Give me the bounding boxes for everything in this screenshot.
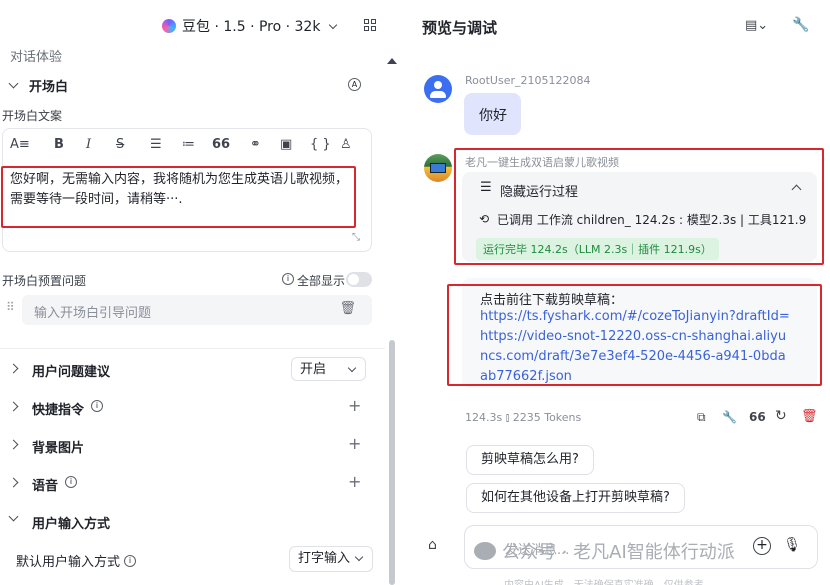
show-all-toggle[interactable] bbox=[346, 272, 372, 287]
row-background[interactable]: 背景图片 + bbox=[8, 434, 370, 456]
copy-icon[interactable]: ⧉ bbox=[697, 410, 706, 425]
code-icon[interactable]: { } bbox=[310, 137, 331, 152]
doubao-logo-icon bbox=[162, 19, 176, 33]
config-panel: 豆包 · 1.5 · Pro · 32k 对话体验 开场白 A 开场白文案 A≡… bbox=[0, 0, 400, 585]
add-icon[interactable]: + bbox=[348, 434, 361, 453]
numbered-list-icon[interactable]: ≔ bbox=[182, 137, 195, 152]
preview-title: 预览与调试 bbox=[422, 19, 498, 37]
font-size-icon[interactable]: A≡ bbox=[10, 137, 30, 152]
opening-title: 开场白 bbox=[29, 80, 69, 95]
add-icon[interactable]: + bbox=[348, 396, 361, 415]
show-all-label: 全部显示 bbox=[297, 274, 346, 288]
link-icon[interactable]: ⚭ bbox=[250, 137, 261, 152]
add-circle-icon[interactable]: + bbox=[753, 537, 771, 555]
highlight-box bbox=[454, 148, 824, 265]
bold-icon[interactable]: B bbox=[54, 137, 64, 152]
chevron-down-icon bbox=[347, 363, 357, 373]
wrench-icon[interactable]: 🔧 bbox=[792, 17, 809, 33]
row-label: 语音 bbox=[32, 479, 59, 494]
info-icon: i bbox=[91, 400, 103, 412]
suggestions-select[interactable]: 开启 bbox=[291, 357, 366, 381]
microphone-icon[interactable]: 🎙 bbox=[783, 537, 801, 553]
preview-panel: 预览与调试 ▤⌄ 🔧 RootUser_2105122084 你好 老凡一键生成… bbox=[400, 0, 830, 585]
model-selector[interactable]: 豆包 · 1.5 · Pro · 32k bbox=[162, 16, 338, 36]
suggestion-button-2[interactable]: 如何在其他设备上打开剪映草稿? bbox=[466, 483, 685, 513]
row-label: 用户问题建议 bbox=[32, 365, 111, 380]
drag-handle-icon[interactable]: ⠿ bbox=[6, 300, 15, 314]
strikethrough-icon[interactable]: S bbox=[116, 137, 124, 152]
chevron-down-icon bbox=[354, 552, 364, 562]
opening-section-header[interactable]: 开场白 bbox=[8, 76, 69, 95]
user-icon[interactable]: ♙ bbox=[340, 137, 352, 152]
watermark: 公众号 · 老凡AI智能体行动派 bbox=[474, 538, 735, 564]
auto-icon[interactable]: A bbox=[348, 78, 361, 91]
row-shortcuts[interactable]: 快捷指令 i + bbox=[8, 396, 370, 418]
row-label: 背景图片 bbox=[32, 441, 85, 456]
grid-layout-icon[interactable] bbox=[364, 19, 376, 31]
highlight-box bbox=[447, 284, 822, 386]
preset-placeholder: 输入开场白引导问题 bbox=[34, 306, 152, 321]
image-icon[interactable]: ▣ bbox=[280, 137, 292, 152]
debug-icon[interactable]: 🔧 bbox=[722, 410, 737, 424]
default-input-label: 默认用户输入方式 i bbox=[16, 551, 137, 570]
chevron-right-icon bbox=[8, 477, 19, 488]
row-label: 快捷指令 bbox=[32, 403, 85, 418]
row-voice[interactable]: 语音 i + bbox=[8, 472, 370, 494]
model-label: 豆包 · 1.5 · Pro · 32k bbox=[182, 19, 321, 35]
bag-icon[interactable]: ⌂ bbox=[428, 537, 437, 553]
user-avatar bbox=[424, 75, 452, 103]
show-all-info-icon: i bbox=[282, 273, 294, 285]
highlight-box bbox=[1, 166, 356, 228]
disclaimer: 内容由AI生成，无法确保真实准确，仅供参考 bbox=[504, 576, 704, 585]
preset-label: 开场白预置问题 bbox=[2, 274, 87, 288]
scroll-up-icon[interactable] bbox=[387, 58, 397, 64]
row-label: 用户输入方式 bbox=[32, 517, 111, 532]
wechat-icon bbox=[474, 542, 496, 560]
preset-question-input[interactable]: 输入开场白引导问题 🗑 bbox=[22, 295, 372, 325]
suggestion-button-1[interactable]: 剪映草稿怎么用? bbox=[466, 445, 594, 475]
delete-icon[interactable]: 🗑 bbox=[801, 409, 818, 424]
scrollbar[interactable] bbox=[389, 340, 395, 585]
refresh-icon[interactable]: ↻ bbox=[775, 408, 787, 424]
quote-icon[interactable]: 66 bbox=[749, 410, 766, 424]
user-message-bubble: 你好 bbox=[464, 93, 521, 135]
stats-text: 124.3s ⫾ 2235 Tokens bbox=[465, 411, 582, 424]
separator bbox=[0, 348, 385, 349]
chevron-right-icon bbox=[8, 401, 19, 412]
section-dialog-title: 对话体验 bbox=[10, 50, 63, 65]
trash-icon[interactable]: 🗑 bbox=[339, 301, 356, 316]
input-mode-select[interactable]: 打字输入 bbox=[289, 546, 373, 572]
add-icon[interactable]: + bbox=[348, 472, 361, 491]
chevron-down-icon bbox=[8, 511, 19, 522]
resize-icon[interactable]: ⤡ bbox=[352, 232, 360, 243]
info-icon: i bbox=[124, 554, 137, 567]
info-icon: i bbox=[65, 476, 77, 488]
italic-icon[interactable]: I bbox=[86, 137, 91, 152]
user-name: RootUser_2105122084 bbox=[465, 74, 591, 87]
chevron-right-icon bbox=[8, 439, 19, 450]
user-message-text: 你好 bbox=[479, 108, 507, 124]
opening-text-label: 开场白文案 bbox=[2, 109, 63, 123]
chevron-down-icon bbox=[8, 78, 19, 89]
bullet-list-icon[interactable]: ☰ bbox=[150, 137, 162, 152]
chevron-down-icon bbox=[329, 20, 338, 29]
row-input-mode[interactable]: 用户输入方式 bbox=[8, 510, 370, 532]
clear-history-icon[interactable]: ▤⌄ bbox=[745, 18, 768, 33]
chevron-right-icon bbox=[8, 363, 19, 374]
bot-avatar bbox=[424, 154, 452, 182]
quote-icon[interactable]: 66 bbox=[212, 137, 230, 152]
